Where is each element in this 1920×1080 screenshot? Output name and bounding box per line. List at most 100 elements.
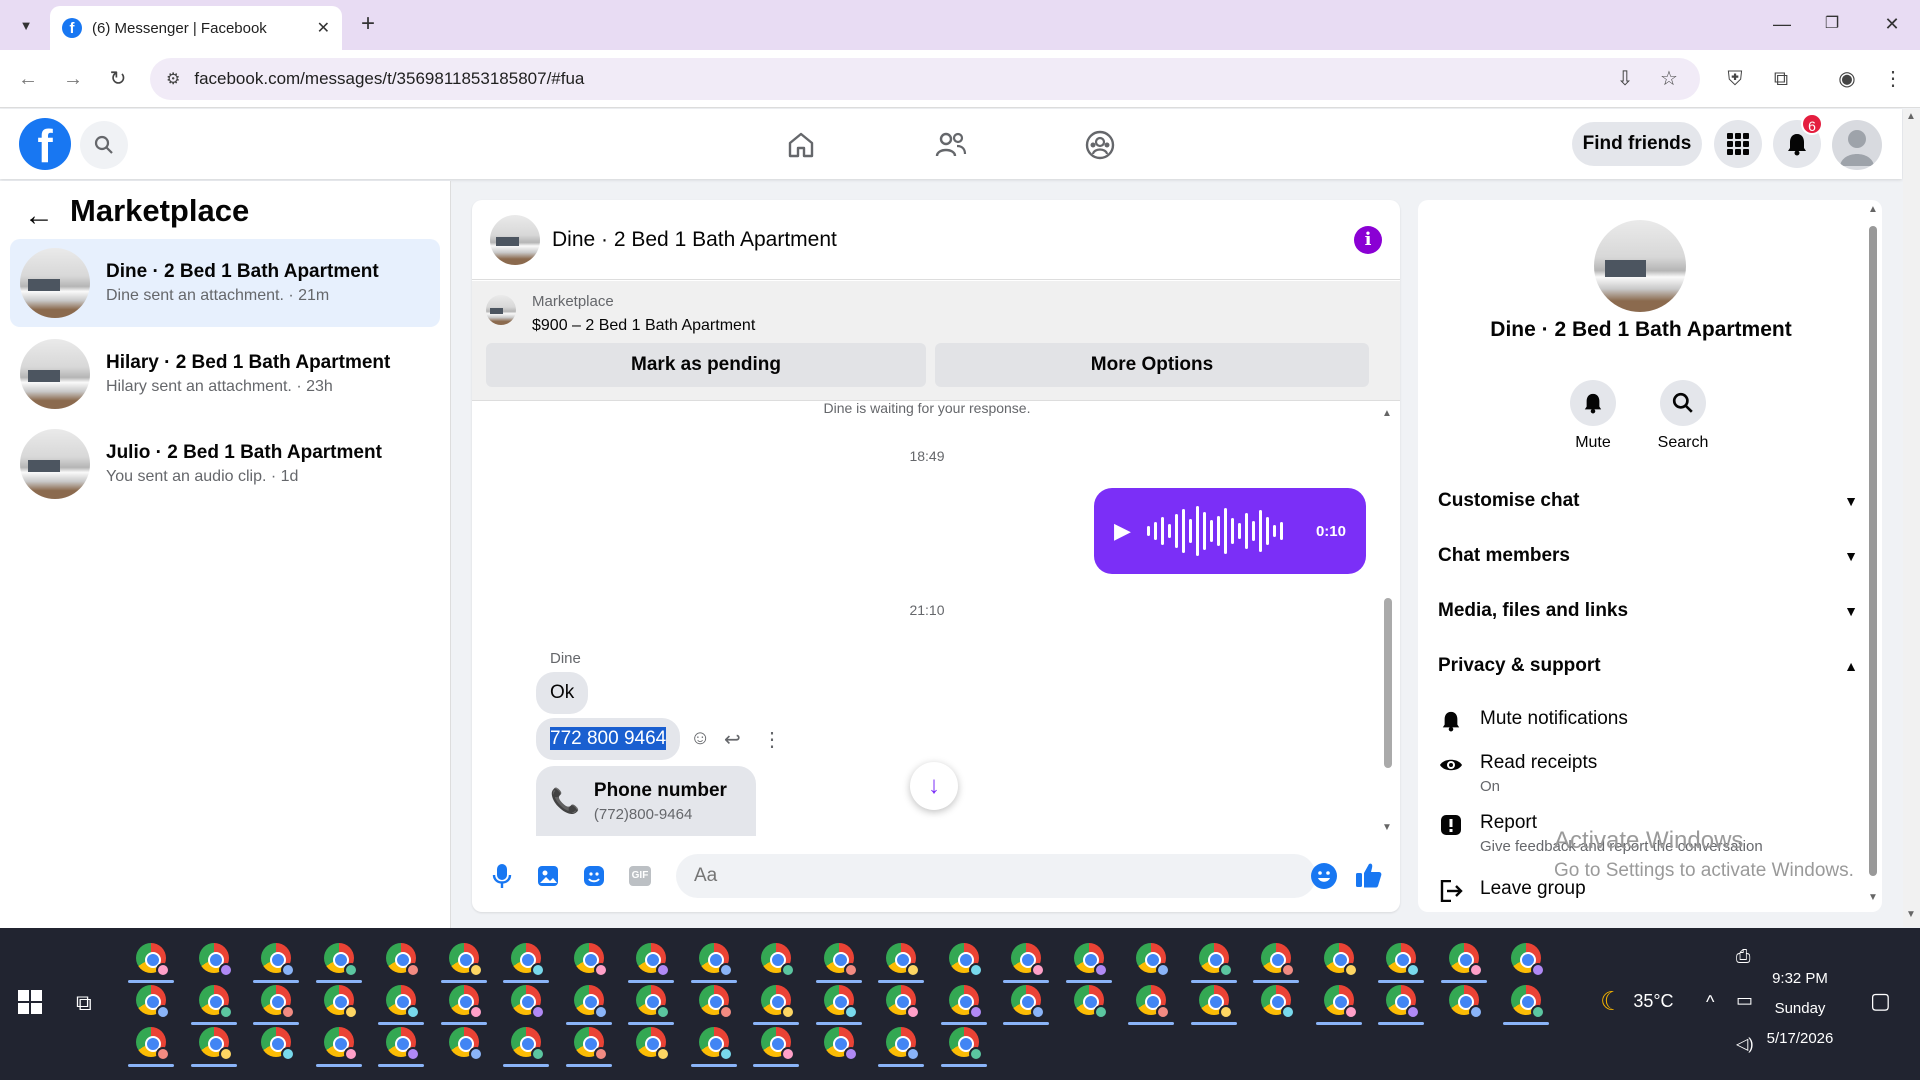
restore-window-button[interactable]: ❐ (1812, 8, 1852, 40)
chrome-taskbar-icon[interactable] (565, 1025, 612, 1067)
chrome-taskbar-icon[interactable] (822, 1025, 858, 1061)
chrome-taskbar-icon[interactable] (628, 941, 674, 983)
nav-home[interactable] (778, 125, 824, 165)
volume-icon[interactable]: ◁) (1736, 1034, 1754, 1054)
chrome-taskbar-icon[interactable] (447, 1025, 483, 1061)
bookmark-star-icon[interactable]: ☆ (1654, 64, 1684, 94)
react-emoji-icon[interactable]: ☺ (690, 727, 710, 750)
chrome-taskbar-icon[interactable] (815, 941, 862, 983)
chrome-taskbar-icon[interactable] (440, 941, 487, 983)
chrome-taskbar-icon[interactable] (1440, 941, 1487, 983)
site-info-icon[interactable]: ⚙ (166, 69, 180, 89)
chrome-taskbar-icon[interactable] (1072, 983, 1108, 1019)
scroll-up-icon[interactable]: ▲ (1868, 204, 1878, 215)
install-app-icon[interactable]: ⇩ (1610, 64, 1640, 94)
chrome-taskbar-icon[interactable] (128, 1025, 174, 1067)
account-avatar[interactable] (1832, 120, 1882, 170)
chrome-taskbar-icon[interactable] (378, 983, 424, 1025)
photo-icon[interactable] (530, 858, 566, 894)
chrome-taskbar-icon[interactable] (1259, 983, 1295, 1019)
chrome-taskbar-icon[interactable] (878, 1025, 924, 1067)
chrome-taskbar-icon[interactable] (128, 941, 174, 983)
reply-icon[interactable]: ↩ (724, 727, 741, 752)
task-view-icon[interactable]: ⧉ (76, 990, 92, 1016)
chrome-taskbar-icon[interactable] (1003, 941, 1049, 983)
chrome-taskbar-icon[interactable] (1509, 941, 1545, 977)
section-customise-chat[interactable]: Customise chat ▼ (1438, 481, 1858, 521)
chrome-taskbar-icon[interactable] (315, 941, 362, 983)
chrome-taskbar-icon[interactable] (1322, 941, 1358, 977)
chrome-taskbar-icon[interactable] (634, 1025, 670, 1061)
address-bar[interactable]: ⚙ facebook.com/messages/t/35698118531858… (150, 58, 1700, 100)
message-bubble[interactable]: 772 800 9464 (536, 718, 681, 760)
tray-camera-icon[interactable]: ⎙ (1736, 946, 1750, 967)
scroll-up-icon[interactable]: ▲ (1382, 408, 1392, 419)
menu-grid-button[interactable] (1714, 120, 1762, 168)
scrollbar-thumb[interactable] (1384, 598, 1392, 768)
scroll-down-icon[interactable]: ▼ (1906, 909, 1916, 920)
chrome-taskbar-icon[interactable] (753, 983, 799, 1025)
browser-tab-active[interactable]: f (6) Messenger | Facebook ✕ (50, 6, 342, 50)
chrome-taskbar-icon[interactable] (884, 983, 920, 1019)
extensions-puzzle-icon[interactable]: ⧉ (1766, 64, 1796, 94)
notification-center-icon[interactable]: ▢ (1870, 988, 1891, 1014)
conversation-item[interactable]: Julio · 2 Bed 1 Bath Apartment You sent … (10, 420, 440, 508)
option-mute-notifications[interactable]: Mute notifications (1438, 708, 1628, 734)
phone-number-card[interactable]: 📞 Phone number (772)800-9464 (536, 766, 756, 836)
chrome-taskbar-icon[interactable] (1253, 941, 1299, 983)
chrome-taskbar-icon[interactable] (947, 941, 983, 977)
scroll-down-icon[interactable]: ▼ (1868, 892, 1878, 903)
tab-search-chevron-icon[interactable]: ▼ (12, 12, 40, 38)
sticker-icon[interactable] (576, 858, 612, 894)
chrome-taskbar-icon[interactable] (815, 983, 862, 1025)
chrome-taskbar-icon[interactable] (1128, 983, 1174, 1025)
extension-shield-icon[interactable]: ⛨ (1720, 64, 1750, 94)
chrome-taskbar-icon[interactable] (509, 983, 545, 1019)
chrome-taskbar-icon[interactable] (190, 983, 237, 1025)
message-input[interactable] (676, 854, 1316, 898)
tab-close-icon[interactable]: ✕ (317, 18, 330, 38)
search-in-chat-button[interactable]: Search (1638, 380, 1728, 452)
chrome-taskbar-icon[interactable] (1190, 983, 1237, 1025)
mute-button[interactable]: Mute (1548, 380, 1638, 452)
url-text[interactable]: facebook.com/messages/t/3569811853185807… (194, 69, 1596, 89)
chat-title[interactable]: Dine · 2 Bed 1 Bath Apartment (552, 228, 1342, 252)
chrome-taskbar-icon[interactable] (1065, 941, 1112, 983)
chrome-taskbar-icon[interactable] (628, 983, 674, 1025)
chrome-taskbar-icon[interactable] (322, 983, 358, 1019)
chrome-taskbar-icon[interactable] (753, 1025, 799, 1067)
chrome-taskbar-icon[interactable] (572, 941, 608, 977)
listing-thumbnail[interactable] (490, 214, 540, 265)
scrollbar-thumb[interactable] (1869, 226, 1877, 876)
chrome-taskbar-icon[interactable] (1003, 983, 1049, 1025)
microphone-icon[interactable] (484, 858, 520, 894)
chrome-taskbar-icon[interactable] (440, 983, 487, 1025)
chrome-menu-icon[interactable]: ⋮ (1878, 64, 1908, 94)
chrome-taskbar-icon[interactable] (1190, 941, 1237, 983)
taskbar-clock[interactable]: 9:32 PM Sunday 5/17/2026 (1760, 964, 1840, 1054)
chrome-taskbar-icon[interactable] (1134, 941, 1170, 977)
chrome-taskbar-icon[interactable] (384, 941, 420, 977)
chrome-taskbar-icon[interactable] (190, 1025, 237, 1067)
message-bubble[interactable]: Ok (536, 672, 589, 714)
chrome-taskbar-icon[interactable] (1447, 983, 1483, 1019)
reload-button[interactable]: ↻ (102, 63, 134, 95)
chrome-taskbar-icon[interactable] (940, 983, 987, 1025)
thumbs-up-icon[interactable] (1354, 860, 1384, 895)
option-read-receipts[interactable]: Read receipts On (1438, 752, 1597, 795)
conversation-item[interactable]: Hilary · 2 Bed 1 Bath Apartment Hilary s… (10, 330, 440, 418)
chrome-taskbar-icon[interactable] (253, 941, 299, 983)
find-friends-button[interactable]: Find friends (1572, 122, 1702, 166)
nav-groups[interactable] (1077, 125, 1123, 165)
minimize-window-button[interactable]: — (1762, 8, 1802, 40)
listing-price-title[interactable]: $900 – 2 Bed 1 Bath Apartment (532, 317, 755, 335)
chrome-taskbar-icon[interactable] (940, 1025, 987, 1067)
weather-widget[interactable]: ☾ 35°C (1600, 986, 1674, 1017)
chrome-taskbar-icon[interactable] (315, 1025, 362, 1067)
forward-button[interactable]: → (57, 63, 89, 95)
conversation-item[interactable]: Dine · 2 Bed 1 Bath Apartment Dine sent … (10, 239, 440, 327)
facebook-logo[interactable]: f (19, 118, 71, 170)
details-scrollbar[interactable]: ▲ ▼ (1866, 204, 1880, 906)
chrome-taskbar-icon[interactable] (253, 983, 299, 1025)
more-actions-icon[interactable]: ⋮ (762, 727, 782, 752)
